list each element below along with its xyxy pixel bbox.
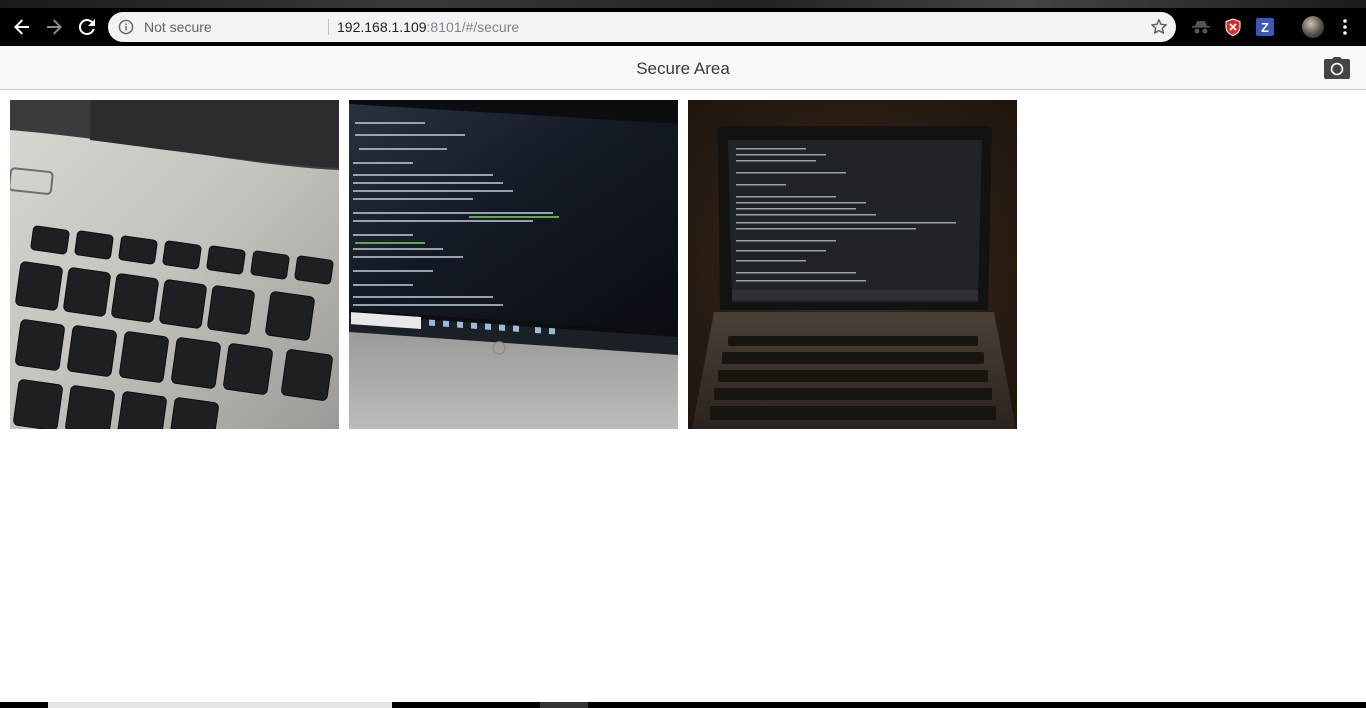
os-taskbar — [0, 702, 1366, 708]
arrow-right-icon — [47, 19, 62, 35]
incognito-icon — [1192, 21, 1210, 34]
photo-terminal-screen[interactable] — [349, 100, 678, 429]
shield-extension-icon[interactable] — [1224, 18, 1242, 36]
browser-menu-button[interactable] — [1336, 18, 1354, 36]
keyboard-photo-image — [10, 100, 339, 429]
photo-keyboard[interactable] — [10, 100, 339, 429]
info-icon[interactable] — [118, 19, 134, 35]
window-titlebar — [0, 0, 1366, 8]
terminal-photo-image — [349, 100, 678, 429]
taskbar-active-window[interactable] — [48, 702, 392, 708]
address-bar[interactable]: Not secure 192.168.1.109:8101/#/secure — [108, 12, 1176, 42]
star-icon[interactable] — [1150, 18, 1168, 36]
incognito-extension-icon[interactable] — [1192, 18, 1210, 36]
omnibox-divider — [328, 19, 329, 35]
shield-icon — [1225, 18, 1241, 36]
photo-laptop-dark[interactable] — [688, 100, 1017, 429]
app-header: Secure Area — [0, 46, 1366, 90]
url-text[interactable]: 192.168.1.109:8101/#/secure — [337, 19, 519, 35]
kebab-menu-icon — [1343, 19, 1347, 35]
reload-icon — [78, 18, 95, 35]
z-extension-label: Z — [1261, 19, 1269, 35]
reload-button[interactable] — [75, 15, 99, 39]
laptop-dark-photo-image — [688, 100, 1017, 429]
z-extension-icon[interactable]: Z — [1256, 18, 1274, 36]
page-title: Secure Area — [636, 59, 730, 78]
back-button[interactable] — [10, 15, 34, 39]
camera-icon[interactable] — [1324, 57, 1350, 79]
security-status[interactable]: Not secure — [144, 19, 212, 35]
taskbar-app[interactable] — [540, 702, 588, 708]
url-host: 192.168.1.109 — [337, 19, 427, 35]
url-path: :8101/#/secure — [426, 19, 520, 35]
profile-avatar[interactable] — [1302, 16, 1324, 38]
arrow-left-icon — [14, 19, 29, 35]
browser-toolbar: Not secure 192.168.1.109:8101/#/secure Z — [0, 8, 1366, 46]
forward-button[interactable] — [42, 15, 66, 39]
